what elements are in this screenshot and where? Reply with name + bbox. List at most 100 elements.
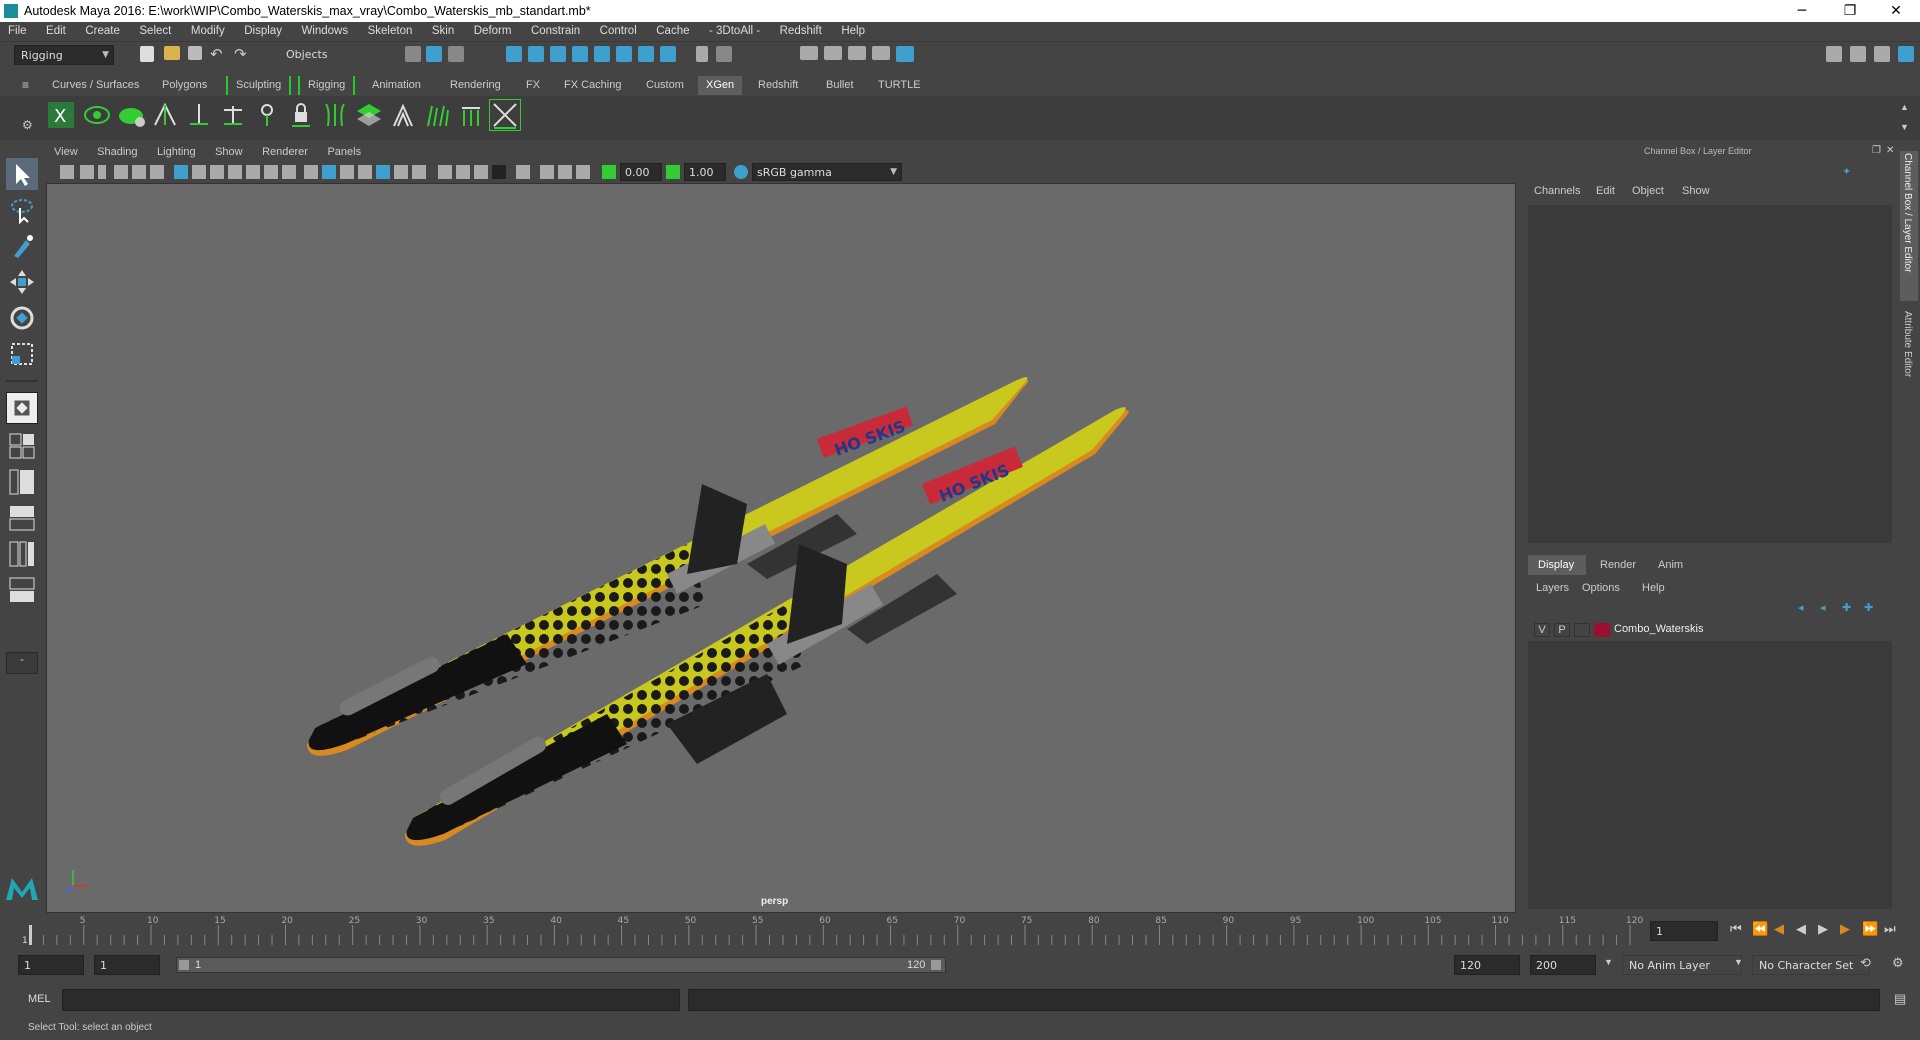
menu-edit[interactable]: Edit [38,22,74,37]
snap-surface-icon[interactable] [594,46,610,62]
viewport-menu-show[interactable]: Show [207,143,251,161]
lock-icon[interactable] [696,46,708,62]
wireframe-on-shaded-icon[interactable] [358,165,372,179]
snap-point-icon[interactable] [550,46,566,62]
menu-skeleton[interactable]: Skeleton [360,22,421,37]
anim-layer-dropdown[interactable]: No Anim Layer [1622,955,1742,975]
float-panel-icon[interactable]: ❐ [1872,145,1881,156]
channel-box-menu-show[interactable]: Show [1682,185,1710,197]
shelf-tab-turtle[interactable]: TURTLE [870,76,929,95]
film-gate-icon[interactable] [192,165,206,179]
shelf-tab-fx[interactable]: FX [518,76,548,95]
menu-cache[interactable]: Cache [648,22,697,37]
gamma-field[interactable]: 1.00 [684,163,726,181]
snap-curve-icon[interactable] [528,46,544,62]
go-to-start-icon[interactable]: ⏮ [1730,921,1742,937]
field-chart-icon[interactable] [246,165,260,179]
xgen-create-description-icon[interactable] [116,100,146,130]
shelf-tab-rendering[interactable]: Rendering [442,76,509,95]
minimize-button[interactable]: ─ [1782,2,1822,20]
select-component-icon[interactable] [448,46,464,62]
waterskis-model[interactable]: HO SKIS HO SKIS [47,184,1515,912]
xray-icon[interactable] [540,165,554,179]
playback-end-field[interactable]: 120 [1454,955,1520,975]
resolution-gate-icon[interactable] [210,165,224,179]
close-button[interactable]: ✕ [1876,2,1916,20]
shelf-tab-fx-caching[interactable]: FX Caching [556,76,629,95]
shadows-icon[interactable] [412,165,426,179]
color-management-icon[interactable] [734,165,748,179]
shelf-scroll-up-icon[interactable]: ▲ [1900,102,1909,112]
go-to-end-icon[interactable]: ⏭ [1884,921,1896,937]
menu-help[interactable]: Help [833,22,873,37]
layer-row[interactable]: V P Combo_Waterskis [1528,619,1892,641]
select-tool-icon[interactable] [6,158,38,190]
exposure-field[interactable]: 0.00 [620,163,662,181]
xgen-layers-icon[interactable] [354,100,384,130]
anti-aliasing-icon[interactable] [474,165,488,179]
new-layer-selected-icon[interactable]: ✚ [1864,601,1873,614]
persp-outliner-layout-icon[interactable] [6,538,38,570]
image-plane-icon[interactable] [114,165,128,179]
snap-live-icon[interactable] [616,46,632,62]
viewport-menu-shading[interactable]: Shading [89,143,145,161]
safe-title-icon[interactable] [282,165,296,179]
default-material-icon[interactable] [340,165,354,179]
xray-active-icon[interactable] [558,165,572,179]
shelf-tab-animation[interactable]: Animation [364,76,429,95]
layer-menu-layers[interactable]: Layers [1536,582,1569,594]
viewport-menu-lighting[interactable]: Lighting [149,143,204,161]
step-back-frame-icon[interactable]: ◀ [1774,921,1784,937]
textured-icon[interactable] [376,165,390,179]
undo-icon[interactable]: ↶ [210,45,223,63]
layer-tab-display[interactable]: Display [1538,559,1574,571]
menu-modify[interactable]: Modify [183,22,233,37]
viewport-menu-view[interactable]: View [46,143,86,161]
hypershade-icon[interactable] [896,46,914,62]
layer-menu-options[interactable]: Options [1582,582,1620,594]
select-object-icon[interactable] [426,46,442,62]
step-forward-frame-icon[interactable]: ▶ [1840,921,1850,937]
range-end-handle[interactable] [931,960,941,970]
toggle-channel-box-icon[interactable] [1898,46,1914,62]
layer-tab-anim[interactable]: Anim [1658,559,1683,571]
side-tab-channel-box[interactable]: Channel Box / Layer Editor [1902,153,1913,273]
single-perspective-layout-icon[interactable] [6,392,38,424]
exposure-icon[interactable] [602,165,616,179]
modeling-toolkit-icon[interactable] [1826,46,1842,62]
shelf-tab-curves-surfaces[interactable]: Curves / Surfaces [44,76,147,95]
layer-playback-toggle[interactable]: P [1554,623,1570,637]
grease-pencil-icon[interactable] [150,165,164,179]
time-slider-ruler[interactable]: 5 10 15 20 25 30 35 40 45 50 55 60 65 70 75 80 85 90 95 100… [20,913,1660,947]
playback-start-field[interactable]: 1 [94,955,160,975]
menu-control[interactable]: Control [592,22,645,37]
shelf-menu-icon[interactable]: ≡ [22,78,29,92]
isolate-select-icon[interactable] [516,165,530,179]
mel-input[interactable] [62,989,680,1011]
xgen-cut-icon[interactable] [456,100,486,130]
range-start-handle[interactable] [179,960,189,970]
script-editor-icon[interactable]: ▤ [1894,991,1906,1007]
snap-view-plane-icon[interactable] [572,46,588,62]
mel-label[interactable]: MEL [28,993,51,1005]
xgen-grass-icon[interactable] [422,100,452,130]
channel-box-area[interactable] [1528,205,1892,543]
select-camera-icon[interactable] [60,165,74,179]
custom-layout-button[interactable]: - [6,652,38,674]
lasso-tool-icon[interactable] [6,194,38,226]
menu-redshift[interactable]: Redshift [772,22,830,37]
depth-of-field-icon[interactable] [492,165,506,179]
render-current-icon[interactable] [824,46,842,60]
menu-select[interactable]: Select [131,22,179,37]
toggle-attribute-editor-icon[interactable] [1850,46,1866,62]
screen-space-ao-icon[interactable] [438,165,452,179]
animation-start-field[interactable]: 1 [18,955,84,975]
xgen-clump-icon[interactable] [388,100,418,130]
selection-mode-dropdown[interactable]: Objects [280,45,380,65]
graph-persp-layout-icon[interactable] [6,502,38,534]
snap-grid-icon[interactable] [506,46,522,62]
viewport-menu-renderer[interactable]: Renderer [254,143,316,161]
play-forward-icon[interactable]: ▶ [1818,921,1828,937]
menu-deform[interactable]: Deform [466,22,520,37]
chevron-down-icon[interactable]: ▼ [1734,957,1743,967]
